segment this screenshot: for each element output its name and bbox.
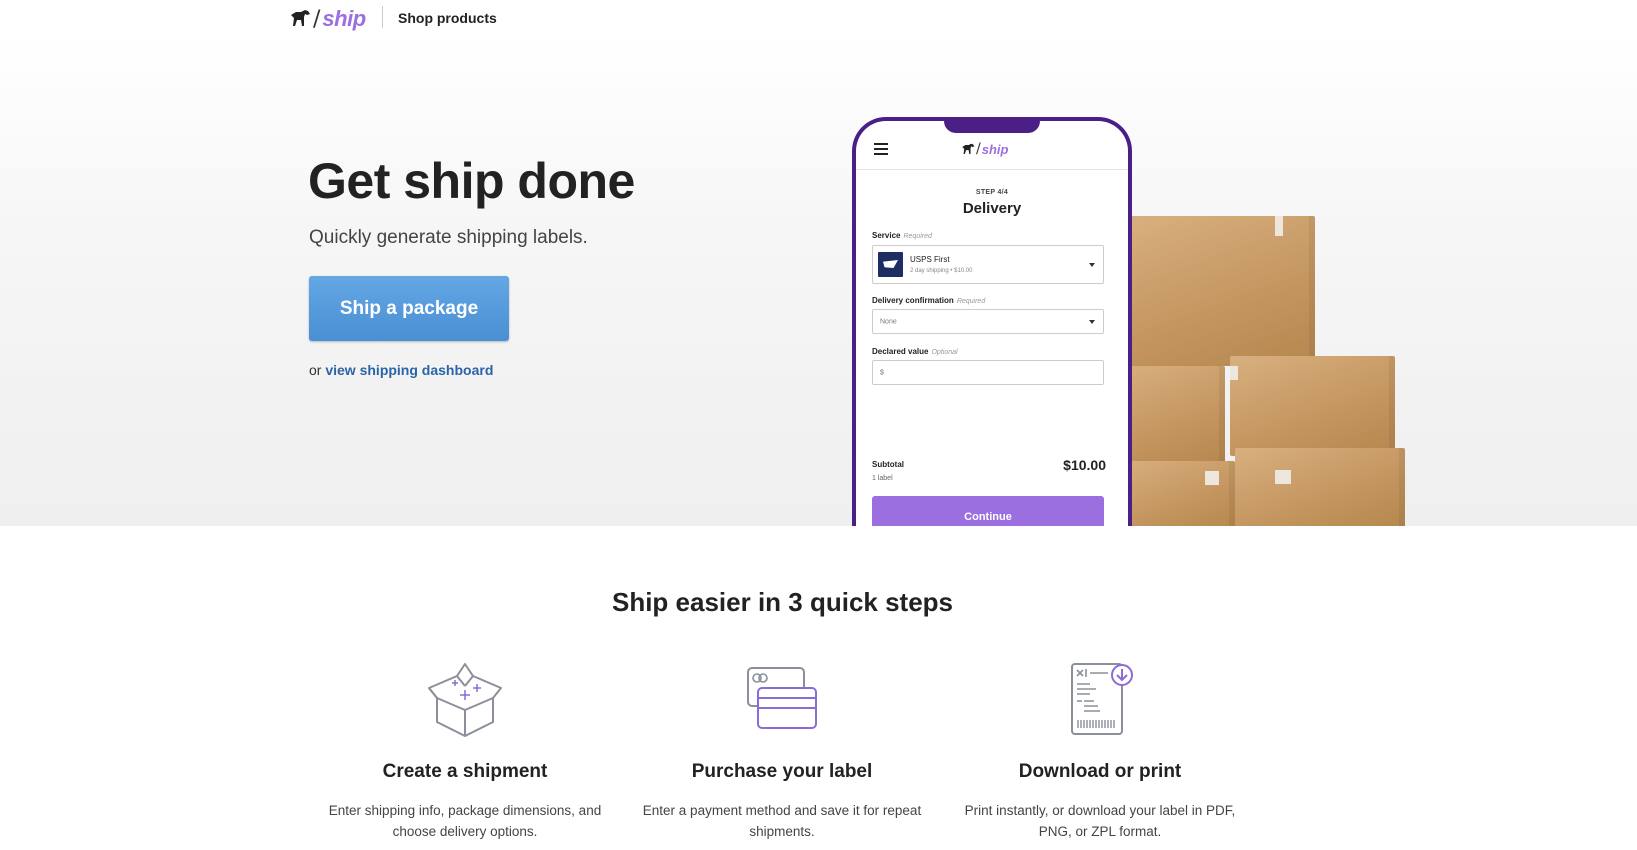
phone-app-header: / ship: [856, 133, 1128, 170]
box-bottom-right: [1235, 448, 1405, 526]
phone-notch: [944, 121, 1040, 133]
phone-brand-logo: / ship: [961, 141, 1008, 157]
service-name: USPS First: [910, 255, 950, 264]
phone-mockup: / ship STEP 4/4 Delivery Service Required…: [852, 117, 1132, 526]
required-hint: Required: [903, 233, 932, 240]
horse-logo-icon: [291, 10, 310, 26]
chevron-down-icon: [1089, 319, 1095, 324]
step-title: Create a shipment: [382, 761, 548, 782]
step-download-print: Download or print Print instantly, or do…: [950, 660, 1250, 839]
declared-value-placeholder: $: [880, 369, 884, 376]
service-label: Service Required: [872, 231, 932, 240]
subtotal-label-count: 1 label: [872, 475, 893, 482]
declared-value-label: Declared value Optional: [872, 347, 958, 356]
steps-section-title: Ship easier in 3 quick steps: [611, 587, 954, 617]
box-middle-right: [1230, 356, 1395, 456]
step-purchase-label: Purchase your label Enter a payment meth…: [632, 660, 932, 839]
declared-value-input[interactable]: $: [872, 360, 1104, 385]
delivery-confirmation-select[interactable]: None: [872, 309, 1104, 334]
hamburger-menu-icon[interactable]: [874, 143, 888, 155]
brand-logo[interactable]: / ship: [289, 6, 366, 32]
logo-slash: /: [976, 141, 981, 157]
box-bottom-left: [1115, 461, 1235, 526]
delivery-confirmation-label: Delivery confirmation Required: [872, 296, 985, 305]
subtotal-amount: $10.00: [1063, 457, 1106, 473]
delivery-confirmation-label-text: Delivery confirmation: [872, 296, 954, 305]
open-box-icon: [428, 663, 502, 737]
service-label-text: Service: [872, 231, 901, 240]
optional-hint: Optional: [931, 349, 958, 356]
declared-value-label-text: Declared value: [872, 347, 929, 356]
step-indicator: STEP 4/4: [975, 189, 1009, 196]
header-divider: [382, 6, 383, 28]
usps-eagle-icon: [878, 252, 903, 277]
view-shipping-dashboard-link[interactable]: view shipping dashboard: [325, 362, 493, 378]
step-title: Download or print: [1018, 761, 1182, 782]
logo-wordmark: ship: [322, 6, 366, 31]
phone-logo-wordmark: ship: [981, 141, 1009, 157]
step-title: Purchase your label: [691, 761, 873, 782]
cardboard-boxes-illustration: [1115, 216, 1415, 526]
horse-logo-icon: [962, 143, 975, 154]
step-description: Enter shipping info, package dimensions,…: [328, 803, 602, 839]
step-create-shipment: Create a shipment Enter shipping info, p…: [315, 660, 615, 839]
hero-subtitle: Quickly generate shipping labels.: [309, 227, 588, 248]
logo-slash: /: [313, 6, 321, 32]
service-description: 2 day shipping • $10.00: [910, 268, 973, 274]
delivery-title: Delivery: [962, 200, 1022, 217]
dashboard-link-line: or view shipping dashboard: [309, 362, 493, 378]
required-hint: Required: [956, 298, 986, 305]
service-select[interactable]: USPS First 2 day shipping • $10.00: [872, 245, 1104, 284]
hero-title: Get ship done: [308, 153, 635, 209]
credit-card-icon: [747, 667, 817, 729]
ship-a-package-button[interactable]: Ship a package: [309, 276, 509, 341]
step-description: Enter a payment method and save it for r…: [642, 803, 922, 839]
hero-section: Get ship done Quickly generate shipping …: [0, 36, 1637, 526]
box-top: [1125, 216, 1315, 366]
shop-products-link[interactable]: Shop products: [398, 10, 497, 26]
chevron-down-icon: [1089, 262, 1095, 267]
step-description: Print instantly, or download your label …: [964, 803, 1236, 839]
continue-button[interactable]: Continue: [872, 496, 1104, 526]
subtotal-label: Subtotal: [872, 460, 904, 469]
top-navbar: / ship Shop products: [0, 0, 1637, 36]
or-text: or: [309, 362, 322, 378]
label-download-icon: [1071, 663, 1133, 735]
delivery-confirmation-value: None: [880, 318, 897, 325]
